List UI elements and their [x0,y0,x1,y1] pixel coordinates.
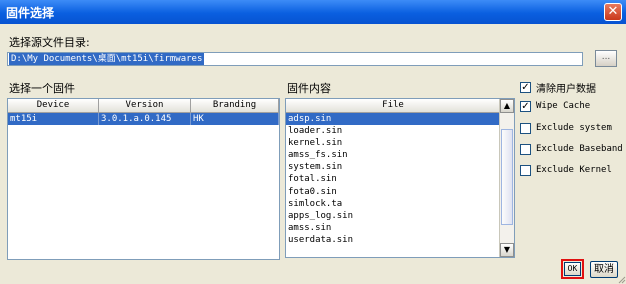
ok-button-highlight: OK [561,259,584,279]
list-item[interactable]: amss_fs.sin [286,149,500,161]
list-item[interactable]: userdata.sin [286,234,500,246]
source-directory-label: 选择源文件目录: [9,36,90,49]
source-directory-value: D:\My Documents\桌面\mt15i\firmwares [9,53,205,65]
option-label: 清除用户数据 [536,83,596,95]
list-item[interactable]: adsp.sin [286,113,500,126]
cancel-button[interactable]: 取消 [590,261,618,278]
scroll-up-icon[interactable]: ▲ [500,99,514,113]
option-clear-user-data[interactable]: ✓ 清除用户数据 [520,80,596,95]
browse-button[interactable]: ... [595,50,617,67]
list-item[interactable]: fotal.sin [286,173,500,185]
firmware-select-label: 选择一个固件 [9,82,75,95]
firmware-table[interactable]: Device Version Branding mt15i 3.0.1.a.0.… [7,98,280,260]
table-row[interactable]: mt15i 3.0.1.a.0.145 HK [8,113,279,125]
checkbox-unchecked-icon[interactable] [520,164,531,176]
list-item[interactable]: simlock.ta [286,198,500,210]
cell-device: mt15i [8,113,99,125]
firmware-content-label: 固件内容 [287,82,331,95]
source-directory-field[interactable]: D:\My Documents\桌面\mt15i\firmwares [7,52,583,66]
close-icon[interactable]: ✕ [604,3,622,21]
option-label: Exclude Baseband [536,144,623,154]
cell-branding: HK [191,113,279,125]
ok-button[interactable]: OK [564,262,581,276]
checkbox-unchecked-icon[interactable] [520,143,531,155]
window-title: 固件选择 [6,6,55,20]
title-bar: 固件选择 ✕ [0,0,626,24]
option-label: Exclude system [536,123,612,133]
column-header-version[interactable]: Version [99,99,191,112]
option-exclude-baseband[interactable]: Exclude Baseband [520,142,623,156]
option-exclude-system[interactable]: Exclude system [520,121,612,135]
option-exclude-kernel[interactable]: Exclude Kernel [520,163,612,177]
list-item[interactable]: kernel.sin [286,137,500,149]
checkbox-checked-icon[interactable]: ✓ [520,81,531,93]
list-item[interactable]: system.sin [286,161,500,173]
column-header-branding[interactable]: Branding [191,99,279,112]
column-header-file[interactable]: File [286,99,500,113]
firmware-table-header: Device Version Branding [8,99,279,113]
option-wipe-cache[interactable]: ✓ Wipe Cache [520,99,590,113]
file-list-scrollbar[interactable]: ▲ ▼ [499,99,514,257]
firmware-file-list[interactable]: File adsp.sin loader.sin kernel.sin amss… [285,98,515,258]
column-header-device[interactable]: Device [8,99,99,112]
list-item[interactable]: apps_log.sin [286,210,500,222]
option-label: Wipe Cache [536,101,591,111]
scroll-down-icon[interactable]: ▼ [500,243,514,257]
option-label: Exclude Kernel [536,165,612,175]
resize-grip-icon[interactable] [618,276,626,284]
list-item[interactable]: fota0.sin [286,186,500,198]
list-item[interactable]: loader.sin [286,125,500,137]
list-item[interactable]: amss.sin [286,222,500,234]
cell-version: 3.0.1.a.0.145 [99,113,191,125]
checkbox-unchecked-icon[interactable] [520,122,531,134]
scroll-thumb[interactable] [501,129,513,225]
checkbox-checked-icon[interactable]: ✓ [520,100,531,112]
